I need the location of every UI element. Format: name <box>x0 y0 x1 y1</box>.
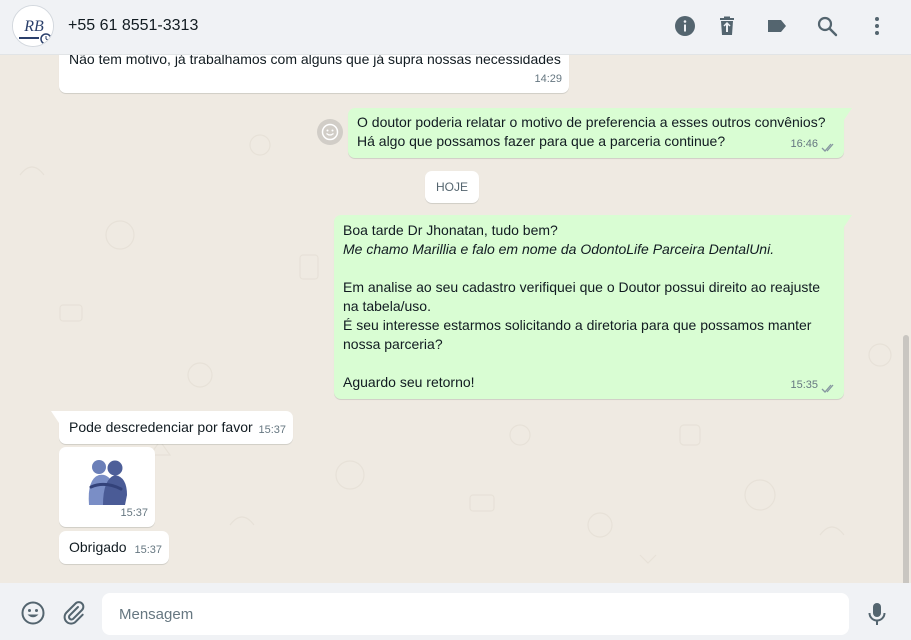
message-input[interactable] <box>102 593 849 635</box>
message-text-line: Há algo que possamos fazer para que a pa… <box>357 133 726 149</box>
bubble-tail <box>844 108 852 120</box>
message-text-line: É seu interesse estarmos solicitando a d… <box>343 317 812 333</box>
mic-icon[interactable] <box>864 601 890 627</box>
read-ticks-icon <box>821 143 834 152</box>
read-ticks-icon <box>821 384 834 393</box>
message-time: 15:35 <box>790 379 818 391</box>
chat-scrollbar[interactable] <box>903 335 909 583</box>
contact-name[interactable]: +55 61 8551-3313 <box>68 17 198 35</box>
message-text-line: Aguardo seu retorno! <box>343 374 475 390</box>
avatar-logo-icon: RB <box>13 6 53 46</box>
message-text-line: Em analise ao seu cadastro verifiquei qu… <box>343 279 821 295</box>
date-divider: HOJE <box>425 171 479 203</box>
message-text: Pode descredenciar por favor <box>69 419 253 435</box>
message-text: Não tem motivo, já trabalhamos com algun… <box>69 55 561 67</box>
message-text-line: Boa tarde Dr Jhonatan, tudo bem? <box>343 222 558 238</box>
message-text: Obrigado <box>69 539 127 555</box>
message-incoming[interactable]: Pode descredenciar por favor 15:37 <box>51 411 293 444</box>
hug-sticker-icon <box>88 460 127 505</box>
message-text-line: na tabela/uso. <box>343 298 431 314</box>
emoji-icon[interactable] <box>20 600 46 626</box>
composer-bar <box>0 583 911 640</box>
message-time: 15:37 <box>258 424 286 436</box>
message-incoming[interactable]: Não tem motivo, já trabalhamos com algun… <box>59 55 569 93</box>
delete-icon[interactable] <box>715 14 739 38</box>
attach-icon[interactable] <box>61 600 87 626</box>
bubble-tail <box>51 411 59 423</box>
message-outgoing[interactable]: Boa tarde Dr Jhonatan, tudo bem? Me cham… <box>334 215 852 399</box>
label-icon[interactable] <box>765 14 789 38</box>
message-time: 14:29 <box>534 73 562 85</box>
contact-avatar[interactable]: RB <box>12 5 54 47</box>
message-text-line: O doutor poderia relatar o motivo de pre… <box>357 114 826 130</box>
smiley-icon <box>321 123 339 141</box>
message-time: 15:37 <box>134 544 162 556</box>
bubble-tail <box>844 215 852 227</box>
info-icon[interactable] <box>673 14 697 38</box>
menu-icon[interactable] <box>865 14 889 38</box>
message-outgoing[interactable]: O doutor poderia relatar o motivo de pre… <box>348 108 852 158</box>
message-incoming[interactable]: Obrigado 15:37 <box>59 531 169 564</box>
message-time: 15:37 <box>120 507 148 519</box>
message-text-line: nossa parceria? <box>343 336 443 352</box>
message-sticker[interactable]: 15:37 <box>59 447 155 527</box>
message-time: 16:46 <box>790 138 818 150</box>
search-icon[interactable] <box>815 14 839 38</box>
svg-text:RB: RB <box>23 18 44 35</box>
message-list[interactable]: Não tem motivo, já trabalhamos com algun… <box>0 55 911 583</box>
chat-header: RB +55 61 8551-3313 <box>0 0 911 55</box>
message-text-line: Me chamo Marillia e falo em nome da Odon… <box>343 241 775 257</box>
react-emoji-button[interactable] <box>317 119 343 145</box>
